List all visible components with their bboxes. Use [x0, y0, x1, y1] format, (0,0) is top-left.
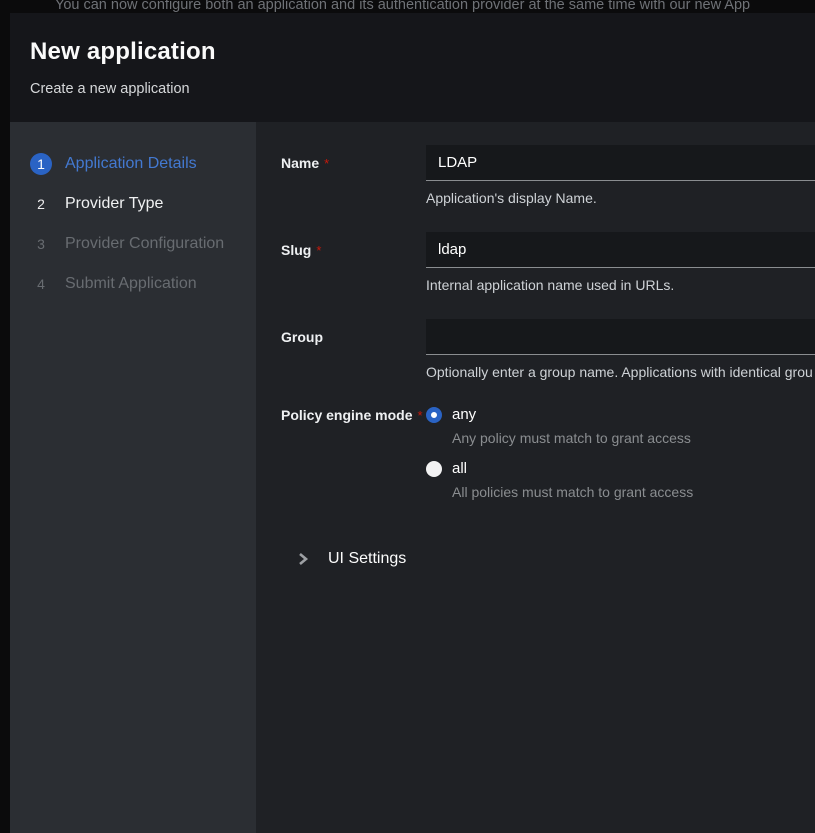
- step-label: Provider Configuration: [65, 235, 224, 253]
- radio-option-label: any: [452, 406, 476, 423]
- step-label: Submit Application: [65, 275, 197, 293]
- slug-input[interactable]: [426, 232, 815, 268]
- name-input[interactable]: [426, 145, 815, 181]
- modal-subtitle: Create a new application: [30, 81, 815, 97]
- policy-engine-mode-label: Policy engine mode *: [281, 406, 426, 514]
- policy-all-helper-text: All policies must match to grant access: [452, 484, 815, 500]
- required-asterisk: *: [417, 408, 422, 423]
- policy-mode-all-radio[interactable]: all: [426, 460, 815, 477]
- step-number-badge: 2: [30, 193, 52, 215]
- form-row-slug: Slug * Internal application name used in …: [281, 232, 815, 293]
- step-number-badge: 4: [30, 273, 52, 295]
- field-label-text: Name: [281, 155, 319, 171]
- step-number-badge: 1: [30, 153, 52, 175]
- radio-unselected-icon[interactable]: [426, 461, 442, 477]
- modal-title: New application: [30, 38, 815, 66]
- group-input[interactable]: [426, 319, 815, 355]
- ui-settings-expandable-header[interactable]: UI Settings: [297, 550, 815, 568]
- form-row-policy-engine-mode: Policy engine mode * any Any policy must …: [281, 406, 815, 514]
- radio-option-label: all: [452, 460, 467, 477]
- name-field-label: Name *: [281, 145, 426, 206]
- application-details-form: Name * Application's display Name. Slug * …: [256, 122, 815, 833]
- form-row-group: Group Optionally enter a group name. App…: [281, 319, 815, 380]
- radio-selected-icon[interactable]: [426, 407, 442, 423]
- wizard-step-submit-application[interactable]: 4 Submit Application: [10, 264, 256, 304]
- name-helper-text: Application's display Name.: [426, 190, 815, 206]
- policy-mode-any-radio[interactable]: any: [426, 406, 815, 423]
- field-label-text: Group: [281, 329, 323, 345]
- field-label-text: Policy engine mode: [281, 407, 412, 423]
- wizard-step-provider-configuration[interactable]: 3 Provider Configuration: [10, 224, 256, 264]
- new-application-modal: New application Create a new application…: [10, 13, 815, 833]
- slug-field-label: Slug *: [281, 232, 426, 293]
- form-row-name: Name * Application's display Name.: [281, 145, 815, 206]
- chevron-right-icon: [297, 552, 309, 566]
- required-asterisk: *: [324, 156, 329, 171]
- wizard-step-provider-type[interactable]: 2 Provider Type: [10, 184, 256, 224]
- policy-any-helper-text: Any policy must match to grant access: [452, 430, 815, 446]
- group-helper-text: Optionally enter a group name. Applicati…: [426, 364, 815, 380]
- ui-settings-label: UI Settings: [328, 550, 406, 568]
- modal-body: 1 Application Details 2 Provider Type 3 …: [10, 122, 815, 833]
- required-asterisk: *: [316, 243, 321, 258]
- modal-header: New application Create a new application: [10, 13, 815, 122]
- step-number-badge: 3: [30, 233, 52, 255]
- step-label: Application Details: [65, 155, 197, 173]
- step-label: Provider Type: [65, 195, 163, 213]
- announcement-banner-text: You can now configure both an applicatio…: [55, 0, 750, 13]
- group-field-label: Group: [281, 319, 426, 380]
- wizard-step-application-details[interactable]: 1 Application Details: [10, 144, 256, 184]
- slug-helper-text: Internal application name used in URLs.: [426, 277, 815, 293]
- field-label-text: Slug: [281, 242, 311, 258]
- wizard-steps-nav: 1 Application Details 2 Provider Type 3 …: [10, 122, 256, 833]
